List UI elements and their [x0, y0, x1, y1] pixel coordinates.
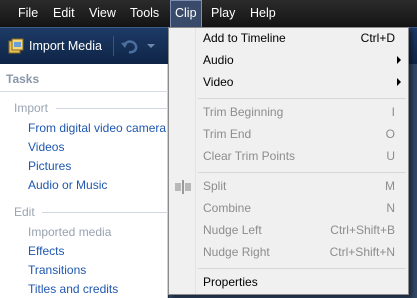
link-pictures[interactable]: Pictures	[28, 159, 71, 173]
link-videos[interactable]: Videos	[28, 140, 64, 154]
menu-item-label: Audio	[203, 53, 234, 67]
menu-item-trim-beginning[interactable]: Trim Beginning I	[170, 102, 407, 124]
link-effects[interactable]: Effects	[28, 244, 64, 258]
menu-help[interactable]: Help	[246, 0, 280, 27]
menu-item-label: Clear Trim Points	[203, 149, 296, 163]
menu-item-label: Properties	[203, 275, 258, 289]
menu-item-properties[interactable]: Properties	[170, 272, 407, 294]
menu-view[interactable]: View	[85, 0, 120, 27]
menu-item-audio[interactable]: Audio	[170, 50, 407, 72]
split-icon	[175, 180, 191, 194]
shortcut-label: O	[385, 127, 395, 141]
menu-item-clear-trim-points[interactable]: Clear Trim Points U	[170, 146, 407, 168]
menu-play[interactable]: Play	[207, 0, 239, 27]
menu-separator	[198, 98, 406, 99]
menu-separator	[198, 268, 406, 269]
divider	[0, 91, 168, 92]
menu-item-label: Nudge Left	[203, 223, 262, 237]
shortcut-label: Ctrl+Shift+N	[329, 245, 395, 259]
menu-item-label: Split	[203, 179, 227, 193]
menu-item-nudge-right[interactable]: Nudge Right Ctrl+Shift+N	[170, 242, 407, 264]
undo-icon	[121, 40, 155, 54]
shortcut-label: N	[386, 201, 395, 215]
clip-menu: Add to Timeline Ctrl+D Audio Video Trim …	[168, 27, 409, 295]
task-pane: Tasks Import From digital video camera V…	[0, 64, 168, 298]
menu-bar: File Edit View Tools Clip Play Help	[0, 0, 417, 27]
edit-section-heading: Edit	[14, 205, 35, 219]
import-media-icon	[8, 38, 24, 54]
link-transitions[interactable]: Transitions	[28, 263, 86, 277]
menu-item-label: Add to Timeline	[203, 31, 286, 45]
divider	[56, 108, 168, 109]
link-titles-and-credits[interactable]: Titles and credits	[28, 282, 118, 296]
shortcut-label: Ctrl+D	[360, 31, 395, 45]
divider	[42, 212, 168, 213]
menu-item-combine[interactable]: Combine N	[170, 198, 407, 220]
undo-button[interactable]	[120, 37, 160, 55]
menu-item-label: Nudge Right	[203, 245, 270, 259]
shortcut-label: Ctrl+Shift+B	[330, 223, 395, 237]
shortcut-label: U	[386, 149, 395, 163]
menu-item-add-to-timeline[interactable]: Add to Timeline Ctrl+D	[170, 28, 407, 50]
import-section-heading: Import	[14, 101, 49, 115]
link-imported-media[interactable]: Imported media	[28, 225, 111, 239]
menu-edit[interactable]: Edit	[49, 0, 79, 27]
menu-item-nudge-left[interactable]: Nudge Left Ctrl+Shift+B	[170, 220, 407, 242]
menu-item-label: Combine	[203, 201, 252, 215]
shortcut-label: M	[385, 179, 395, 193]
import-media-label: Import Media	[29, 39, 102, 53]
tasks-heading: Tasks	[6, 72, 40, 86]
menu-tools[interactable]: Tools	[126, 0, 163, 27]
menu-item-video[interactable]: Video	[170, 72, 407, 94]
menu-clip[interactable]: Clip	[170, 0, 202, 27]
toolbar-separator	[113, 36, 114, 56]
shortcut-label: I	[391, 105, 395, 119]
menu-item-label: Trim End	[203, 127, 252, 141]
menu-item-label: Video	[203, 75, 234, 89]
menu-item-label: Trim Beginning	[203, 105, 284, 119]
link-audio-or-music[interactable]: Audio or Music	[28, 178, 107, 192]
submenu-arrow-icon	[397, 56, 401, 64]
menu-file[interactable]: File	[14, 0, 42, 27]
menu-item-trim-end[interactable]: Trim End O	[170, 124, 407, 146]
link-from-digital-video-camera[interactable]: From digital video camera	[28, 121, 166, 135]
undo-dropdown-icon	[147, 44, 155, 48]
import-media-button[interactable]: Import Media	[8, 35, 102, 57]
menu-item-split[interactable]: Split M	[170, 176, 407, 198]
menu-separator	[198, 172, 406, 173]
submenu-arrow-icon	[397, 78, 401, 86]
